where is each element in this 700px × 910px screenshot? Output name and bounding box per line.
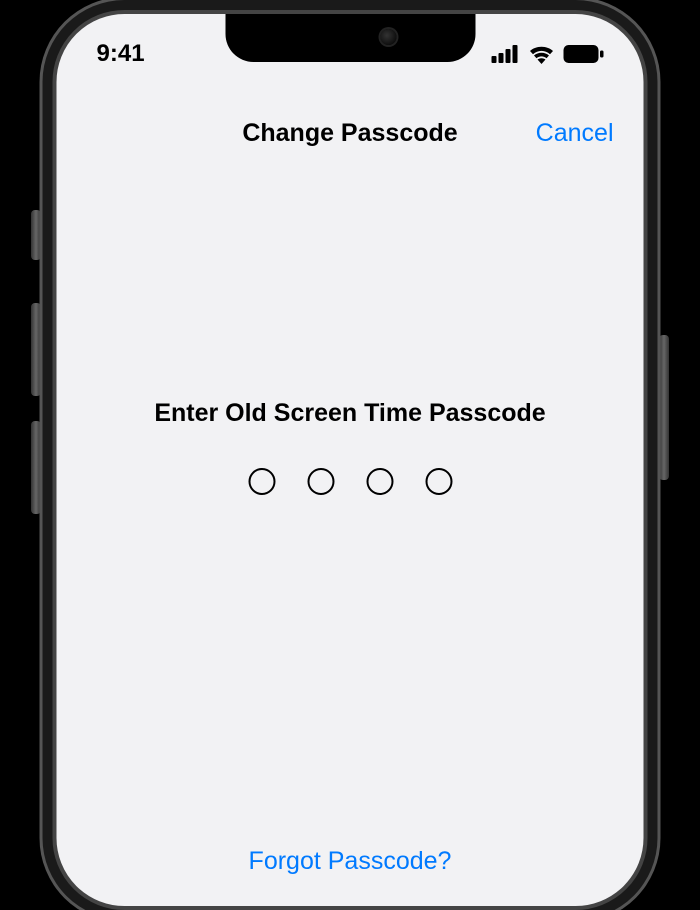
power-button [659, 335, 669, 480]
cancel-button[interactable]: Cancel [536, 119, 614, 148]
status-time: 9:41 [97, 40, 145, 68]
volume-down-button [31, 421, 41, 514]
page-title: Change Passcode [242, 119, 457, 148]
volume-up-button [31, 303, 41, 396]
front-camera [380, 29, 396, 45]
notch [225, 14, 475, 62]
passcode-dot-2 [307, 468, 334, 495]
passcode-dot-1 [248, 468, 275, 495]
passcode-entry-area: Enter Old Screen Time Passcode [57, 399, 644, 495]
navigation-bar: Change Passcode Cancel [57, 119, 644, 148]
cellular-signal-icon [492, 45, 520, 63]
battery-icon [564, 45, 604, 63]
status-icons [492, 45, 604, 64]
phone-frame: 9:41 [53, 10, 648, 910]
passcode-dot-4 [425, 468, 452, 495]
forgot-passcode-link[interactable]: Forgot Passcode? [249, 847, 452, 875]
passcode-dot-3 [366, 468, 393, 495]
forgot-passcode-area: Forgot Passcode? [57, 817, 644, 906]
passcode-dots[interactable] [57, 468, 644, 495]
mute-switch [31, 210, 41, 260]
wifi-icon [529, 45, 555, 64]
passcode-prompt: Enter Old Screen Time Passcode [57, 399, 644, 428]
